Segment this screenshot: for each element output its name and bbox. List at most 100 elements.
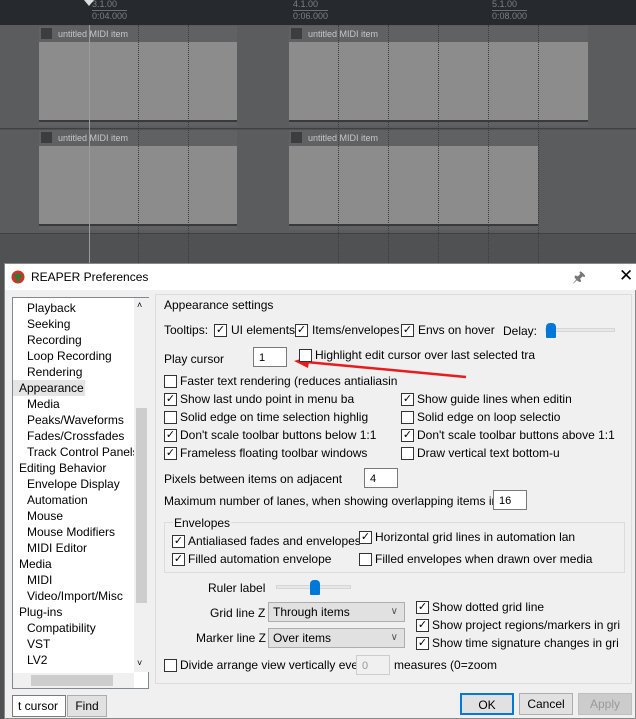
divide-checkbox[interactable] bbox=[164, 659, 177, 672]
ruler-mark: 3.1.00 0:04.000 bbox=[92, 0, 128, 21]
slider-thumb[interactable] bbox=[309, 580, 320, 595]
sidebar-item[interactable]: MIDI bbox=[13, 572, 52, 588]
pin-icon[interactable]: 🖈 bbox=[572, 267, 586, 292]
category-tree[interactable]: Playback Seeking Recording Loop Recording Re… bbox=[12, 297, 149, 689]
sidebar-item[interactable]: Video/Import/Misc bbox=[13, 588, 123, 604]
appearance-option-checkbox[interactable] bbox=[164, 411, 177, 424]
sidebar-item[interactable]: Playback bbox=[13, 300, 76, 316]
tooltip-items-envelopes-checkbox[interactable]: ✓ bbox=[295, 324, 308, 337]
chevron-down-icon: ∨ bbox=[390, 632, 398, 643]
appearance-option-label: Frameless floating toolbar windows bbox=[180, 446, 368, 460]
sidebar-item[interactable]: Compatibility bbox=[13, 620, 96, 636]
cancel-button[interactable]: Cancel bbox=[519, 693, 573, 715]
faster-text-checkbox[interactable] bbox=[164, 375, 177, 388]
sidebar-item[interactable]: Plug-ins bbox=[13, 604, 62, 620]
grid-z-select[interactable]: Through items ∨ bbox=[268, 602, 405, 622]
h-scrollbar-thumb[interactable] bbox=[31, 675, 113, 686]
envelope-option-label: Antialiased fades and envelopes bbox=[188, 534, 361, 548]
appearance-option-checkbox[interactable]: ✓ bbox=[164, 447, 177, 460]
divide-label: Divide arrange view vertically ever bbox=[180, 658, 363, 672]
close-icon[interactable]: ✕ bbox=[619, 266, 633, 286]
measures-label: measures (0=zoom bbox=[394, 658, 498, 672]
grid-option-label: Show time signature changes in gri bbox=[432, 636, 619, 650]
scrollbar-thumb[interactable] bbox=[136, 408, 147, 603]
sidebar-item[interactable]: Appearance bbox=[13, 380, 85, 396]
ok-button[interactable]: OK bbox=[460, 693, 514, 715]
pixels-input[interactable]: 4 bbox=[364, 468, 398, 488]
grid-option-checkbox[interactable]: ✓ bbox=[416, 619, 429, 632]
envelope-option-checkbox[interactable] bbox=[359, 553, 372, 566]
marker-z-select[interactable]: Over items ∨ bbox=[268, 628, 405, 648]
envelope-option-checkbox[interactable]: ✓ bbox=[359, 531, 372, 544]
tooltip-ui-elements-checkbox[interactable]: ✓ bbox=[214, 324, 227, 337]
appearance-option-label: Solid edge on loop selectio bbox=[417, 410, 561, 424]
envelope-option-checkbox[interactable]: ✓ bbox=[172, 535, 185, 548]
sidebar-item[interactable]: Rendering bbox=[13, 364, 82, 380]
play-cursor-input[interactable]: 1 bbox=[253, 347, 287, 367]
find-button[interactable]: Find bbox=[67, 695, 107, 717]
chevron-down-icon: ∨ bbox=[390, 606, 398, 617]
sidebar-item[interactable]: Mouse Modifiers bbox=[13, 524, 115, 540]
lanes-input[interactable]: 16 bbox=[493, 490, 527, 510]
ruler-label-slider[interactable] bbox=[276, 580, 351, 595]
play-cursor-marker[interactable] bbox=[84, 0, 94, 6]
ruler-mark: 5.1.00 0:08.000 bbox=[492, 0, 528, 21]
ruler-label: Ruler label bbox=[208, 581, 266, 595]
sidebar-item[interactable]: Envelope Display bbox=[13, 476, 120, 492]
vertical-scrollbar[interactable]: ˄ ˅ bbox=[134, 298, 149, 672]
appearance-option-checkbox[interactable]: ✓ bbox=[401, 393, 414, 406]
scroll-down-icon[interactable]: ˅ bbox=[137, 658, 142, 668]
search-input[interactable]: t cursor bbox=[12, 695, 66, 717]
divide-input[interactable]: 0 bbox=[356, 655, 390, 675]
tooltip-envs-on-hover-checkbox[interactable]: ✓ bbox=[401, 324, 414, 337]
grid-option-checkbox[interactable]: ✓ bbox=[416, 601, 429, 614]
horizontal-scrollbar[interactable] bbox=[13, 673, 134, 688]
tooltips-label: Tooltips: bbox=[164, 323, 209, 337]
midi-item[interactable]: untitled MIDI item bbox=[289, 130, 538, 230]
appearance-option-checkbox[interactable]: ✓ bbox=[164, 429, 177, 442]
sidebar-item[interactable]: Mouse bbox=[13, 508, 63, 524]
delay-label: Delay: bbox=[503, 324, 538, 338]
preferences-dialog: REAPER Preferences 🖈 ✕ Playback Seeking Re… bbox=[4, 263, 636, 719]
appearance-option-checkbox[interactable]: ✓ bbox=[164, 393, 177, 406]
tooltip-items-envelopes-label: Items/envelopes bbox=[312, 323, 400, 337]
sidebar-item[interactable]: Seeking bbox=[13, 316, 70, 332]
grid-option-label: Show project regions/markers in gri bbox=[432, 618, 621, 632]
sidebar-item[interactable]: Fades/Crossfades bbox=[13, 428, 124, 444]
settings-panel: Appearance settings Tooltips: Delay: Pla… bbox=[155, 294, 632, 684]
delay-slider[interactable] bbox=[545, 323, 615, 338]
appearance-option-label: Don't scale toolbar buttons below 1:1 bbox=[180, 428, 377, 442]
sidebar-item[interactable]: LV2 bbox=[13, 652, 47, 668]
appearance-option-checkbox[interactable] bbox=[401, 447, 414, 460]
sidebar-item[interactable]: VST bbox=[13, 636, 50, 652]
apply-button[interactable]: Apply bbox=[578, 693, 632, 715]
highlight-edit-cursor-checkbox[interactable] bbox=[299, 349, 312, 362]
pixels-label: Pixels between items on adjacent bbox=[164, 472, 343, 486]
sidebar-item[interactable]: Automation bbox=[13, 492, 88, 508]
sidebar-item[interactable]: Track Control Panels bbox=[13, 444, 139, 460]
sidebar-item[interactable]: Editing Behavior bbox=[13, 460, 106, 476]
midi-item-icon bbox=[291, 132, 302, 143]
sidebar-item[interactable]: MIDI Editor bbox=[13, 540, 87, 556]
sidebar-item[interactable]: Peaks/Waveforms bbox=[13, 412, 124, 428]
title-bar[interactable]: REAPER Preferences 🖈 ✕ bbox=[5, 264, 636, 290]
reaper-logo-icon bbox=[11, 270, 25, 284]
midi-item-icon bbox=[41, 132, 52, 143]
envelope-option-label: Filled automation envelope bbox=[188, 552, 332, 566]
sidebar-item[interactable]: Media bbox=[13, 396, 60, 412]
scroll-up-icon[interactable]: ˄ bbox=[137, 300, 142, 310]
timeline-ruler[interactable]: 3.1.00 0:04.000 4.1.00 0:06.000 5.1.00 0:08… bbox=[0, 0, 636, 25]
appearance-option-checkbox[interactable] bbox=[401, 411, 414, 424]
tooltip-ui-elements-label: UI elements bbox=[231, 323, 296, 337]
envelope-option-label: Horizontal grid lines in automation lan bbox=[375, 530, 576, 544]
grid-option-checkbox[interactable]: ✓ bbox=[416, 637, 429, 650]
sidebar-item[interactable]: Media bbox=[13, 556, 52, 572]
appearance-option-checkbox[interactable]: ✓ bbox=[401, 429, 414, 442]
sidebar-item[interactable]: Recording bbox=[13, 332, 82, 348]
marker-z-label: Marker line Z bbox=[196, 631, 267, 645]
slider-thumb[interactable] bbox=[546, 323, 556, 338]
envelope-option-checkbox[interactable]: ✓ bbox=[172, 553, 185, 566]
highlight-edit-cursor-label: Highlight edit cursor over last selected… bbox=[315, 348, 536, 362]
grid-z-label: Grid line Z bbox=[210, 606, 266, 620]
sidebar-item[interactable]: Loop Recording bbox=[13, 348, 112, 364]
